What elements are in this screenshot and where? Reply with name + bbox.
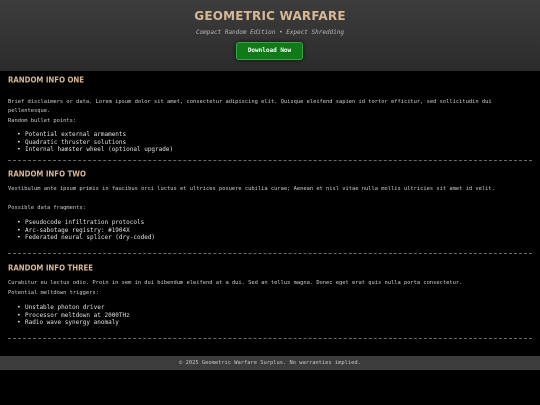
list-item-text: Arc-sabotage registry: #1904X <box>25 226 130 234</box>
page-header: GEOMETRIC WARFARE Compact Random Edition… <box>0 0 540 71</box>
section-body-text: Brief disclaimers or data. Lorem ipsum d… <box>8 99 492 114</box>
list-item-text: Quadratic thruster solutions <box>25 138 127 146</box>
bullet-icon: • <box>17 138 21 146</box>
section-list-caption: Possible data fragments: <box>8 205 86 211</box>
section-body-text: Vestibulum ante ipsum primis in faucibus… <box>8 186 495 192</box>
list-item-text: Federated neural splicer (dry-coded) <box>25 234 156 242</box>
bullet-list: • Potential external armaments • Quadratic… <box>17 131 173 154</box>
section-heading: RANDOM INFO ONE <box>8 76 85 85</box>
section-divider <box>8 253 532 254</box>
section-heading: RANDOM INFO TWO <box>8 170 86 179</box>
list-item: • Arc-sabotage registry: #1904X <box>17 227 155 235</box>
list-item: • Quadratic thruster solutions <box>17 139 173 147</box>
list-item-text: Internal hamster wheel (optional upgrade… <box>25 146 174 154</box>
bullet-icon: • <box>17 226 21 234</box>
list-item: • Internal hamster wheel (optional upgrad… <box>17 146 173 154</box>
list-item: • Radio wave synergy anomaly <box>17 319 130 327</box>
list-item: • Pseudocode infiltration protocols <box>17 219 155 227</box>
download-now-button[interactable]: Download Now <box>236 42 303 60</box>
section-divider <box>8 338 532 339</box>
list-item: • Potential external armaments <box>17 131 173 139</box>
list-item: • Unstable photon driver <box>17 304 130 312</box>
page-title: GEOMETRIC WARFARE <box>194 8 346 24</box>
bullet-icon: • <box>17 219 21 226</box>
list-item-text: Unstable photon driver <box>25 304 105 311</box>
section-heading: RANDOM INFO THREE <box>8 264 94 273</box>
page-subtitle: Compact Random Edition • Expect Shreddin… <box>195 29 345 36</box>
list-item-text: Processor meltdown at 2000THz <box>25 311 130 319</box>
list-item: • Federated neural splicer (dry-coded) <box>17 234 155 242</box>
bullet-icon: • <box>17 131 21 138</box>
footer-copyright: © 2025 Geometric Warfare Surplus. No war… <box>179 360 361 366</box>
list-item-text: Pseudocode infiltration protocols <box>25 219 145 226</box>
bullet-icon: • <box>17 234 21 242</box>
list-item-text: Radio wave synergy anomaly <box>25 319 119 327</box>
bullet-icon: • <box>17 304 21 311</box>
bullet-icon: • <box>17 311 21 319</box>
section-list-caption: Random bullet points: <box>8 118 77 124</box>
page-footer: © 2025 Geometric Warfare Surplus. No war… <box>0 356 540 370</box>
bullet-icon: • <box>17 146 21 154</box>
bullet-icon: • <box>17 319 21 327</box>
bullet-list: • Pseudocode infiltration protocols • Arc-… <box>17 219 155 242</box>
bullet-list: • Unstable photon driver • Processor meltd… <box>17 304 130 327</box>
list-item: • Processor meltdown at 2000THz <box>17 312 130 320</box>
section-list-caption: Potential meltdown triggers: <box>8 290 99 296</box>
section-divider <box>8 160 532 161</box>
section-body-text: Curabitur eu lectus odio. Proin in sem i… <box>8 280 463 286</box>
list-item-text: Potential external armaments <box>25 131 127 138</box>
